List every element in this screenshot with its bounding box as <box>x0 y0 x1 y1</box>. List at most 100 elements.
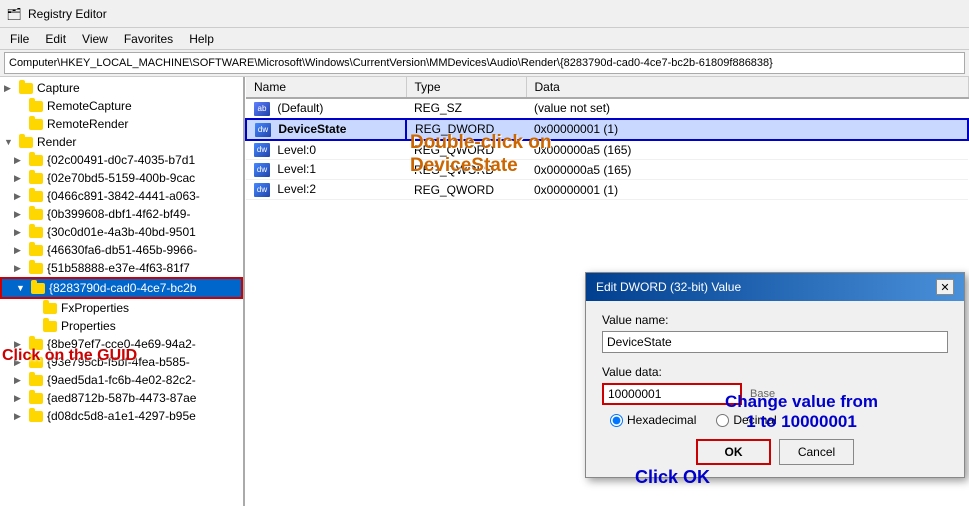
dialog-close-button[interactable]: ✕ <box>936 279 954 295</box>
arrow-capture: ▶ <box>4 83 18 94</box>
folder-icon-remotecapture <box>28 99 44 113</box>
tree-item-remoterender[interactable]: RemoteRender <box>0 115 243 133</box>
tree-item-guid8[interactable]: ▶ {8be97ef7-cce0-4e69-94a2- <box>0 335 243 353</box>
menu-help[interactable]: Help <box>183 31 220 47</box>
label-guid12: {d08dc5d8-a1e1-4297-b95e <box>47 409 196 423</box>
label-guid1: {02c00491-d0c7-4035-b7d1 <box>47 153 195 167</box>
label-selected-guid: {8283790d-cad0-4ce7-bc2b <box>49 281 196 295</box>
label-guid4: {0b399608-dbf1-4f62-bf49- <box>47 207 190 221</box>
arrow-guid6: ▶ <box>14 245 28 256</box>
cell-name-level1: Level:1 <box>277 162 316 176</box>
folder-icon-render <box>18 135 34 149</box>
folder-icon-guid1 <box>28 153 44 167</box>
dialog-value-data-label: Value data: <box>602 365 948 379</box>
menu-view[interactable]: View <box>76 31 114 47</box>
menu-bar: File Edit View Favorites Help <box>0 28 969 50</box>
tree-item-guid5[interactable]: ▶ {30c0d01e-4a3b-40bd-9501 <box>0 223 243 241</box>
address-bar: Computer\HKEY_LOCAL_MACHINE\SOFTWARE\Mic… <box>4 52 965 74</box>
tree-item-guid10[interactable]: ▶ {9aed5da1-fc6b-4e02-82c2- <box>0 371 243 389</box>
tree-item-guid1[interactable]: ▶ {02c00491-d0c7-4035-b7d1 <box>0 151 243 169</box>
cell-data-devicestate: 0x00000001 (1) <box>526 119 968 140</box>
tree-item-guid6[interactable]: ▶ {46630fa6-db51-465b-9966- <box>0 241 243 259</box>
right-pane: Name Type Data ab (Default) REG_SZ (valu… <box>245 77 969 506</box>
tree-item-guid9[interactable]: ▶ {93e795cb-f5bf-4fea-b585- <box>0 353 243 371</box>
arrow-guid4: ▶ <box>14 209 28 220</box>
registry-table: Name Type Data ab (Default) REG_SZ (valu… <box>245 77 969 200</box>
arrow-guid1: ▶ <box>14 155 28 166</box>
col-data[interactable]: Data <box>526 77 968 98</box>
tree-item-fxproperties[interactable]: FxProperties <box>0 299 243 317</box>
label-guid2: {02e70bd5-5159-400b-9cac <box>47 171 195 185</box>
tree-item-guid3[interactable]: ▶ {0466c891-3842-4441-a063- <box>0 187 243 205</box>
table-row[interactable]: ab (Default) REG_SZ (value not set) <box>246 98 968 119</box>
dialog-cancel-button[interactable]: Cancel <box>779 439 854 465</box>
cell-type-level0: REG_QWORD <box>406 140 526 160</box>
arrow-guid12: ▶ <box>14 411 28 422</box>
dialog-value-name-label: Value name: <box>602 313 948 327</box>
reg-icon-level2: dw <box>254 183 270 197</box>
menu-edit[interactable]: Edit <box>39 31 72 47</box>
menu-file[interactable]: File <box>4 31 35 47</box>
tree-item-selected-guid[interactable]: ▼ {8283790d-cad0-4ce7-bc2b <box>0 277 243 299</box>
tree-item-guid12[interactable]: ▶ {d08dc5d8-a1e1-4297-b95e <box>0 407 243 425</box>
reg-icon-level0: dw <box>254 143 270 157</box>
cell-name-devicestate: DeviceState <box>278 122 346 136</box>
label-capture: Capture <box>37 81 80 95</box>
tree-item-guid11[interactable]: ▶ {aed8712b-587b-4473-87ae <box>0 389 243 407</box>
folder-icon-guid8 <box>28 337 44 351</box>
label-properties: Properties <box>61 319 116 333</box>
folder-icon-guid7 <box>28 261 44 275</box>
arrow-render: ▼ <box>4 137 18 147</box>
folder-icon-guid9 <box>28 355 44 369</box>
folder-icon-selected-guid <box>30 281 46 295</box>
tree-item-capture[interactable]: ▶ Capture <box>0 79 243 97</box>
folder-icon-guid10 <box>28 373 44 387</box>
folder-icon-guid2 <box>28 171 44 185</box>
cell-name-level0: Level:0 <box>277 143 316 157</box>
tree-item-render[interactable]: ▼ Render <box>0 133 243 151</box>
dialog-value-name-input[interactable] <box>602 331 948 353</box>
dialog-ok-button[interactable]: OK <box>696 439 771 465</box>
label-remoterender: RemoteRender <box>47 117 128 131</box>
table-row-devicestate[interactable]: dw DeviceState REG_DWORD 0x00000001 (1) <box>246 119 968 140</box>
table-row-level1[interactable]: dw Level:1 REG_QWORD 0x000000a5 (165) <box>246 160 968 180</box>
arrow-guid7: ▶ <box>14 263 28 274</box>
arrow-guid10: ▶ <box>14 375 28 386</box>
label-guid9: {93e795cb-f5bf-4fea-b585- <box>47 355 190 369</box>
label-guid7: {51b58888-e37e-4f63-81f7 <box>47 261 190 275</box>
tree-item-guid2[interactable]: ▶ {02e70bd5-5159-400b-9cac <box>0 169 243 187</box>
tree-pane: ▶ Capture RemoteCapture RemoteRender ▼ R… <box>0 77 245 506</box>
arrow-guid11: ▶ <box>14 393 28 404</box>
reg-icon-default: ab <box>254 102 270 116</box>
cell-data-level1: 0x000000a5 (165) <box>526 160 968 180</box>
cell-type-level2: REG_QWORD <box>406 180 526 200</box>
folder-icon-guid5 <box>28 225 44 239</box>
tree-item-properties[interactable]: Properties <box>0 317 243 335</box>
cell-type-devicestate: REG_DWORD <box>406 119 526 140</box>
table-row-level2[interactable]: dw Level:2 REG_QWORD 0x00000001 (1) <box>246 180 968 200</box>
dialog-value-data-input[interactable] <box>602 383 742 405</box>
col-type[interactable]: Type <box>406 77 526 98</box>
main-content: ▶ Capture RemoteCapture RemoteRender ▼ R… <box>0 76 969 506</box>
folder-icon-remoterender <box>28 117 44 131</box>
tree-items: ▶ Capture RemoteCapture RemoteRender ▼ R… <box>0 77 243 427</box>
cell-type-default: REG_SZ <box>406 98 526 119</box>
tree-item-guid7[interactable]: ▶ {51b58888-e37e-4f63-81f7 <box>0 259 243 277</box>
folder-icon-guid4 <box>28 207 44 221</box>
col-name[interactable]: Name <box>246 77 406 98</box>
table-row-level0[interactable]: dw Level:0 REG_QWORD 0x000000a5 (165) <box>246 140 968 160</box>
tree-item-guid4[interactable]: ▶ {0b399608-dbf1-4f62-bf49- <box>0 205 243 223</box>
label-guid8: {8be97ef7-cce0-4e69-94a2- <box>47 337 196 351</box>
app-icon: 🗂 <box>6 6 22 22</box>
cell-data-default: (value not set) <box>526 98 968 119</box>
folder-icon-properties <box>42 319 58 333</box>
arrow-guid3: ▶ <box>14 191 28 202</box>
dialog-title: Edit DWORD (32-bit) Value <box>596 280 741 294</box>
dialog-title-bar: Edit DWORD (32-bit) Value ✕ <box>586 273 964 301</box>
tree-item-remotecapture[interactable]: RemoteCapture <box>0 97 243 115</box>
folder-icon-capture <box>18 81 34 95</box>
arrow-guid2: ▶ <box>14 173 28 184</box>
menu-favorites[interactable]: Favorites <box>118 31 179 47</box>
radio-hexadecimal[interactable]: Hexadecimal <box>610 413 696 427</box>
radio-decimal[interactable]: Decimal <box>716 413 776 427</box>
